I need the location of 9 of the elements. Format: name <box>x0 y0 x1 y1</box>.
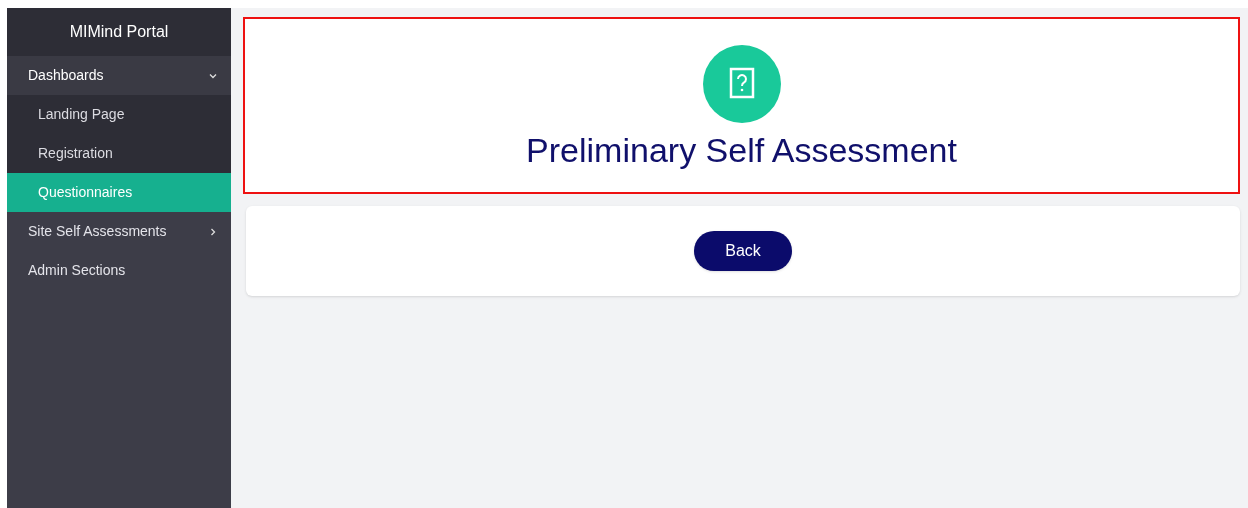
sidebar-subitem[interactable]: Registration <box>7 134 231 173</box>
chevron-icon <box>209 71 217 80</box>
sidebar-title: MIMind Portal <box>7 8 231 56</box>
page-title: Preliminary Self Assessment <box>526 132 957 167</box>
chevron-icon <box>209 227 217 236</box>
sidebar-item[interactable]: Dashboards <box>7 56 231 95</box>
sidebar-subitem[interactable]: Landing Page <box>7 95 231 134</box>
question-document-icon <box>702 44 781 123</box>
back-button[interactable]: Back <box>694 231 792 271</box>
